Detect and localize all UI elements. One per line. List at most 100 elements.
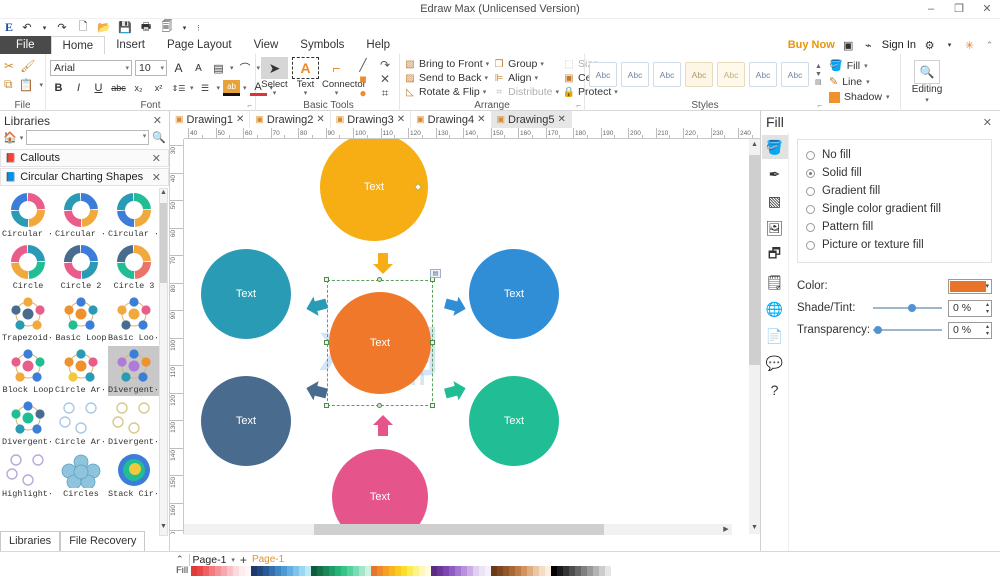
close-icon[interactable]: ✕ xyxy=(236,114,244,125)
cross-tool-icon[interactable]: ✕ xyxy=(374,72,396,86)
subscript-button[interactable]: x₂ xyxy=(130,80,147,96)
menu-item-home[interactable]: Home xyxy=(51,36,106,54)
document-tab-drawing4[interactable]: ▣Drawing4✕ xyxy=(411,111,491,128)
library-section-callouts[interactable]: 📕 Callouts ✕ xyxy=(0,149,169,167)
arrange-send-to-back[interactable]: ▨Send to Back▾ xyxy=(404,72,489,84)
library-shape-item[interactable]: Divergent∙∙∙ xyxy=(108,346,160,396)
arrange-group[interactable]: ❐Group▾ xyxy=(493,58,559,70)
scroll-up-icon[interactable]: ▲ xyxy=(160,189,167,201)
style-swatch-1[interactable]: Abc xyxy=(589,62,617,87)
chevron-down-icon[interactable]: ▾ xyxy=(866,78,870,86)
library-shape-item[interactable]: Circular ∙∙∙ xyxy=(55,190,107,240)
document-tool-icon[interactable]: 🗒 xyxy=(762,270,788,294)
circle-left-upper[interactable]: Text xyxy=(201,249,291,339)
library-shape-item[interactable]: Circular ∙∙∙ xyxy=(2,190,54,240)
library-shape-item[interactable]: Circular ∙∙∙ xyxy=(108,190,160,240)
tool-text[interactable]: AText▾ xyxy=(291,57,320,97)
transparency-input[interactable]: 0 % ▴▾ xyxy=(948,322,992,339)
style-swatch-3[interactable]: Abc xyxy=(653,62,681,87)
strikethrough-button[interactable]: abc xyxy=(110,80,127,96)
menu-item-symbols[interactable]: Symbols xyxy=(289,36,355,54)
copy-icon[interactable]: ⧉ xyxy=(4,77,13,92)
close-icon[interactable]: ✕ xyxy=(397,114,405,125)
library-shape-item[interactable]: Basic Loo∙∙∙ xyxy=(108,294,160,344)
resize-handle[interactable] xyxy=(430,403,435,408)
shade-tint-input[interactable]: 0 % ▴▾ xyxy=(948,300,992,317)
menu-item-help[interactable]: Help xyxy=(355,36,401,54)
close-icon[interactable]: ✕ xyxy=(477,114,485,125)
palette-swatches[interactable] xyxy=(191,566,611,576)
radio-button[interactable] xyxy=(806,223,815,232)
radio-button[interactable] xyxy=(806,205,815,214)
fill-option-gradient-fill[interactable]: Gradient fill xyxy=(806,182,983,200)
format-painter-icon[interactable]: 🖌 xyxy=(20,59,35,73)
fill-option-pattern-fill[interactable]: Pattern fill xyxy=(806,218,983,236)
horizontal-scrollbar[interactable]: ▶ xyxy=(184,524,732,535)
theme-icon[interactable]: ✳ xyxy=(963,39,976,52)
document-tab-drawing2[interactable]: ▣Drawing2✕ xyxy=(250,111,330,128)
fill-option-no-fill[interactable]: No fill xyxy=(806,146,983,164)
color-picker-button[interactable]: ▾ xyxy=(948,279,992,294)
ribbon-line-button[interactable]: ✎Line▾ xyxy=(829,75,889,88)
scrollbar-thumb[interactable] xyxy=(160,203,167,283)
library-scrollbar[interactable]: ▲ ▼ xyxy=(159,188,168,536)
italic-button[interactable]: I xyxy=(70,80,87,96)
slider-knob[interactable] xyxy=(874,326,882,334)
underline-button[interactable]: U xyxy=(90,80,107,96)
library-shape-item[interactable]: Stack Cir∙∙∙ xyxy=(108,450,160,500)
library-shape-item[interactable]: Circle 3 xyxy=(108,242,160,292)
arrange-bring-to-front[interactable]: ▧Bring to Front▾ xyxy=(404,58,489,70)
fill-option-solid-fill[interactable]: Solid fill xyxy=(806,164,983,182)
chevron-down-icon[interactable]: ▾ xyxy=(20,134,24,142)
collapse-ribbon-icon[interactable]: ⌃ xyxy=(983,39,996,52)
layers-tool-icon[interactable]: 🗗 xyxy=(762,243,788,267)
print-icon[interactable]: 🖶 xyxy=(139,21,153,35)
style-swatch-7[interactable]: Abc xyxy=(781,62,809,87)
chevron-down-icon[interactable]: ▾ xyxy=(483,88,487,96)
resize-handle[interactable] xyxy=(324,403,329,408)
library-shape-item[interactable]: Basic Loop xyxy=(55,294,107,344)
open-icon[interactable]: 📂 xyxy=(97,21,111,35)
arrow-down-center[interactable] xyxy=(370,414,396,441)
stepper-icon[interactable]: ▴▾ xyxy=(986,323,989,340)
chevron-down-icon[interactable]: ▾ xyxy=(243,84,247,92)
arrow-right-upper[interactable] xyxy=(442,294,468,321)
page-tab-page-1[interactable]: Page-1 xyxy=(252,554,284,565)
library-shape-item[interactable]: Block Loop xyxy=(2,346,54,396)
redo-icon[interactable]: ↷ xyxy=(55,21,69,35)
chevron-down-icon[interactable]: ▾ xyxy=(260,90,289,97)
chevron-down-icon[interactable]: ▾ xyxy=(905,96,949,104)
radio-button[interactable] xyxy=(806,151,815,160)
library-shape-item[interactable]: Trapezoid∙∙∙ xyxy=(2,294,54,344)
style-swatch-2[interactable]: Abc xyxy=(621,62,649,87)
chevron-down-icon[interactable]: ▾ xyxy=(125,62,129,76)
drawing-canvas[interactable]: X i网 om.cn TextTextTextTextTextTextText▤ xyxy=(184,139,749,534)
globe-tool-icon[interactable]: 🌐 xyxy=(762,297,788,321)
chevron-down-icon[interactable]: ▾ xyxy=(230,64,234,72)
radio-button[interactable] xyxy=(806,187,815,196)
resize-handle[interactable] xyxy=(377,403,382,408)
scroll-up-icon[interactable]: ▲ xyxy=(815,63,822,70)
library-shape-item[interactable]: Circle 2 xyxy=(55,242,107,292)
tab-libraries[interactable]: Libraries xyxy=(0,531,60,551)
library-section-circular-charting-shapes[interactable]: 📘 Circular Charting Shapes ✕ xyxy=(0,168,169,186)
close-icon[interactable]: ✕ xyxy=(980,0,994,19)
menu-item-insert[interactable]: Insert xyxy=(105,36,156,54)
new-icon[interactable]: 🗋 xyxy=(76,21,90,35)
circle-top[interactable]: Text xyxy=(320,139,428,241)
arrange-rotate-flip[interactable]: ◺Rotate & Flip▾ xyxy=(404,86,489,98)
circle-right-lower[interactable]: Text xyxy=(469,376,559,466)
close-icon[interactable]: ✕ xyxy=(980,116,995,129)
font-family-input[interactable]: Arial ▾ xyxy=(50,60,132,76)
ribbon-shadow-button[interactable]: Shadow▾ xyxy=(829,91,889,103)
share-icon[interactable]: ⌁ xyxy=(862,39,875,52)
library-shape-item[interactable]: Divergent∙∙∙ xyxy=(108,398,160,448)
home-icon[interactable]: 🏠 xyxy=(3,131,17,144)
arrow-right-lower[interactable] xyxy=(442,379,468,406)
shade-tint-slider[interactable] xyxy=(873,301,942,315)
document-tab-drawing5[interactable]: ▣Drawing5✕ xyxy=(492,111,572,128)
resize-handle[interactable] xyxy=(430,340,435,345)
tool-connector[interactable]: ⌐Connector▾ xyxy=(322,57,351,97)
chevron-down-icon[interactable]: ▾ xyxy=(143,132,147,140)
line-tool-icon[interactable]: ✒ xyxy=(762,162,788,186)
